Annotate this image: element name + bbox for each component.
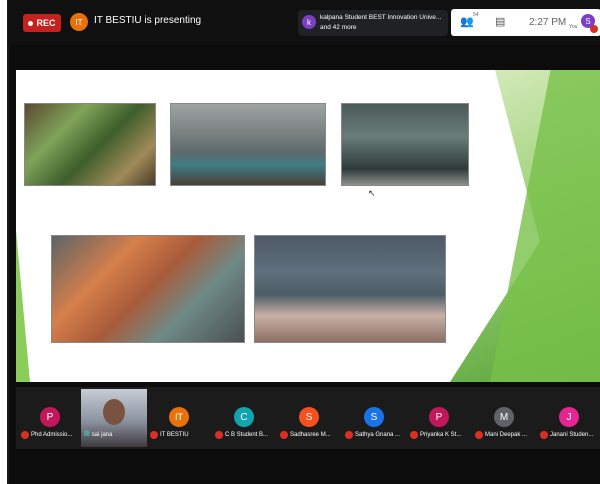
participant-name: sai jana — [91, 431, 113, 438]
participant-label: IT BESTIU — [150, 431, 189, 439]
participant-face — [103, 399, 125, 425]
joiner-avatar: k — [302, 15, 316, 29]
participant-label: Phd Admissio... — [21, 431, 72, 439]
participant-label: Mani Deepak ... — [475, 431, 527, 439]
boat-photo — [170, 103, 326, 186]
participant-label: Sadhasree M... — [280, 431, 331, 439]
participant-tile[interactable]: P Priyanka K St... — [407, 387, 471, 449]
participant-label: Janani Studen... — [540, 431, 593, 439]
leaves-photo — [24, 103, 156, 186]
avatar: S — [364, 407, 384, 427]
chat-icon[interactable]: ▤ — [495, 15, 505, 28]
participants-join-chip[interactable]: k kalpana Student BEST Innovation Unive.… — [298, 10, 448, 36]
avatar: C — [234, 407, 254, 427]
participant-name: Sathya Gnana ... — [355, 432, 401, 438]
participant-name: Phd Admissio... — [31, 432, 73, 438]
litter-photo — [254, 235, 446, 343]
participant-strip: P Phd Admissio... ‖‖ sai jana IT IT BEST… — [16, 387, 600, 449]
mic-off-icon — [21, 431, 29, 439]
mic-off-icon — [410, 431, 418, 439]
mic-off-icon — [280, 431, 288, 439]
presentation-slide: ↖ — [16, 70, 600, 382]
left-border-line — [7, 0, 9, 484]
slide-green-shape — [490, 70, 600, 382]
avatar: S — [299, 407, 319, 427]
avatar: M — [494, 407, 514, 427]
mic-off-icon — [475, 431, 483, 439]
participant-tile[interactable]: IT IT BESTIU — [147, 387, 211, 449]
mic-off-icon — [540, 431, 548, 439]
avatar: P — [40, 407, 60, 427]
people-icon[interactable]: 👥 — [460, 15, 474, 28]
participant-name: IT BESTIU — [160, 432, 189, 438]
joiner-name: kalpana Student BEST Innovation Unive... — [320, 14, 442, 21]
presenter-avatar: IT — [70, 13, 88, 31]
bottom-bar — [16, 449, 600, 484]
mic-off-icon — [150, 431, 158, 439]
participant-name: Mani Deepak ... — [485, 432, 528, 438]
record-dot-icon — [28, 20, 34, 26]
participant-tile[interactable]: S Sadhasree M... — [277, 387, 341, 449]
avatar: J — [559, 407, 579, 427]
participant-tile[interactable]: P Phd Admissio... — [18, 387, 82, 449]
participant-tile[interactable]: J Janani Studen... — [537, 387, 600, 449]
participant-video[interactable]: ‖‖ sai jana — [81, 389, 147, 447]
recording-label: REC — [36, 18, 56, 28]
clock-time: 2:27 PM — [529, 17, 567, 28]
participant-label: Sathya Gnana ... — [345, 431, 400, 439]
participant-tile[interactable]: M Mani Deepak ... — [472, 387, 536, 449]
people-count: 54 — [473, 12, 479, 18]
participant-label: C B Student B... — [215, 431, 268, 439]
mic-off-icon — [215, 431, 223, 439]
participant-tile[interactable]: C C B Student B... — [212, 387, 276, 449]
meeting-controls: 👥 54 ▤ 2:27 PM You S — [451, 9, 600, 36]
river-photo — [341, 103, 469, 186]
presenting-status: IT BESTIU is presenting — [94, 15, 202, 26]
slide-green-corner — [16, 230, 30, 382]
avatar: P — [429, 407, 449, 427]
idols-photo — [51, 235, 245, 343]
meeting-top-bar: REC IT IT BESTIU is presenting k kalpana… — [8, 0, 600, 45]
self-mic-off-icon — [590, 25, 598, 33]
participant-tile[interactable]: S Sathya Gnana ... — [342, 387, 406, 449]
participant-label: Priyanka K St... — [410, 431, 461, 439]
recording-badge: REC — [23, 14, 61, 32]
mouse-cursor-icon: ↖ — [368, 188, 376, 198]
participant-label: ‖‖ sai jana — [84, 431, 112, 438]
participant-name: Sadhasree M... — [290, 432, 331, 438]
you-label: You — [569, 24, 578, 30]
participant-name: Priyanka K St... — [420, 432, 462, 438]
mic-off-icon — [345, 431, 353, 439]
participant-name: C B Student B... — [225, 432, 269, 438]
joiner-count: and 42 more — [320, 24, 357, 31]
speaking-icon: ‖‖ — [84, 431, 90, 438]
participant-name: Janani Studen... — [550, 432, 594, 438]
avatar: IT — [169, 407, 189, 427]
